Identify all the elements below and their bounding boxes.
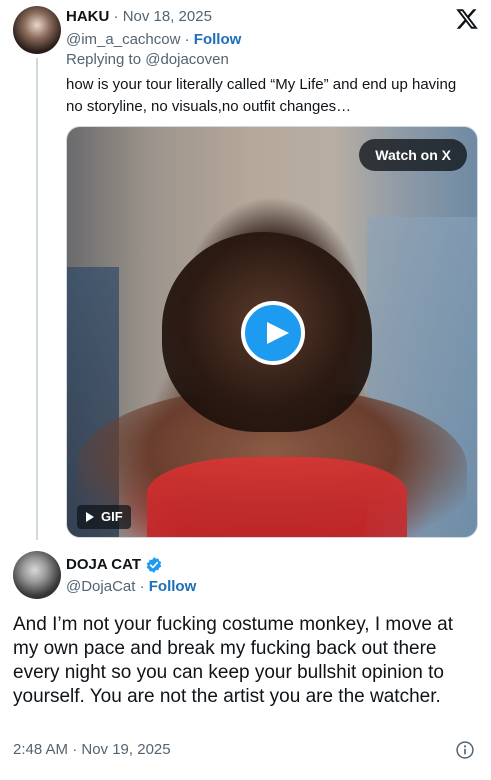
post-text: And I’m not your fucking costume monkey,… (13, 614, 454, 707)
verified-badge-icon (146, 557, 162, 573)
play-small-icon (86, 512, 94, 522)
author-handle[interactable]: @im_a_cachcow (66, 31, 180, 48)
reply-text: how is your tour literally called “My Li… (66, 76, 457, 115)
gif-label: GIF (101, 509, 123, 524)
avatar[interactable] (13, 6, 61, 54)
media-figure (147, 457, 407, 537)
author-name[interactable]: DOJA CAT (66, 555, 141, 575)
play-icon (267, 322, 289, 344)
reply-handle-row: @im_a_cachcow · Follow (66, 30, 241, 50)
separator: · (113, 8, 119, 25)
follow-button[interactable]: Follow (149, 578, 197, 595)
post-timestamp[interactable]: 2:48 AM · Nov 19, 2025 (13, 740, 171, 760)
thread-connector-line (36, 58, 38, 540)
watch-on-x-button[interactable]: Watch on X (359, 139, 467, 171)
separator: · (184, 31, 190, 48)
main-author-row: DOJA CAT (66, 555, 163, 575)
follow-button[interactable]: Follow (194, 31, 242, 48)
gif-media[interactable]: Watch on X GIF (66, 126, 478, 538)
info-icon[interactable] (455, 740, 475, 760)
author-name[interactable]: HAKU (66, 8, 109, 25)
gif-badge: GIF (77, 505, 131, 529)
separator: · (139, 578, 145, 595)
avatar[interactable] (13, 551, 61, 599)
reply-author-row: HAKU · Nov 18, 2025 (66, 7, 212, 27)
replying-to[interactable]: Replying to @dojacoven (66, 50, 229, 70)
post-date[interactable]: Nov 18, 2025 (123, 8, 212, 25)
author-handle[interactable]: @DojaCat (66, 578, 135, 595)
main-handle-row: @DojaCat · Follow (66, 577, 196, 597)
play-button[interactable] (241, 301, 305, 365)
x-logo-icon[interactable] (455, 7, 479, 31)
